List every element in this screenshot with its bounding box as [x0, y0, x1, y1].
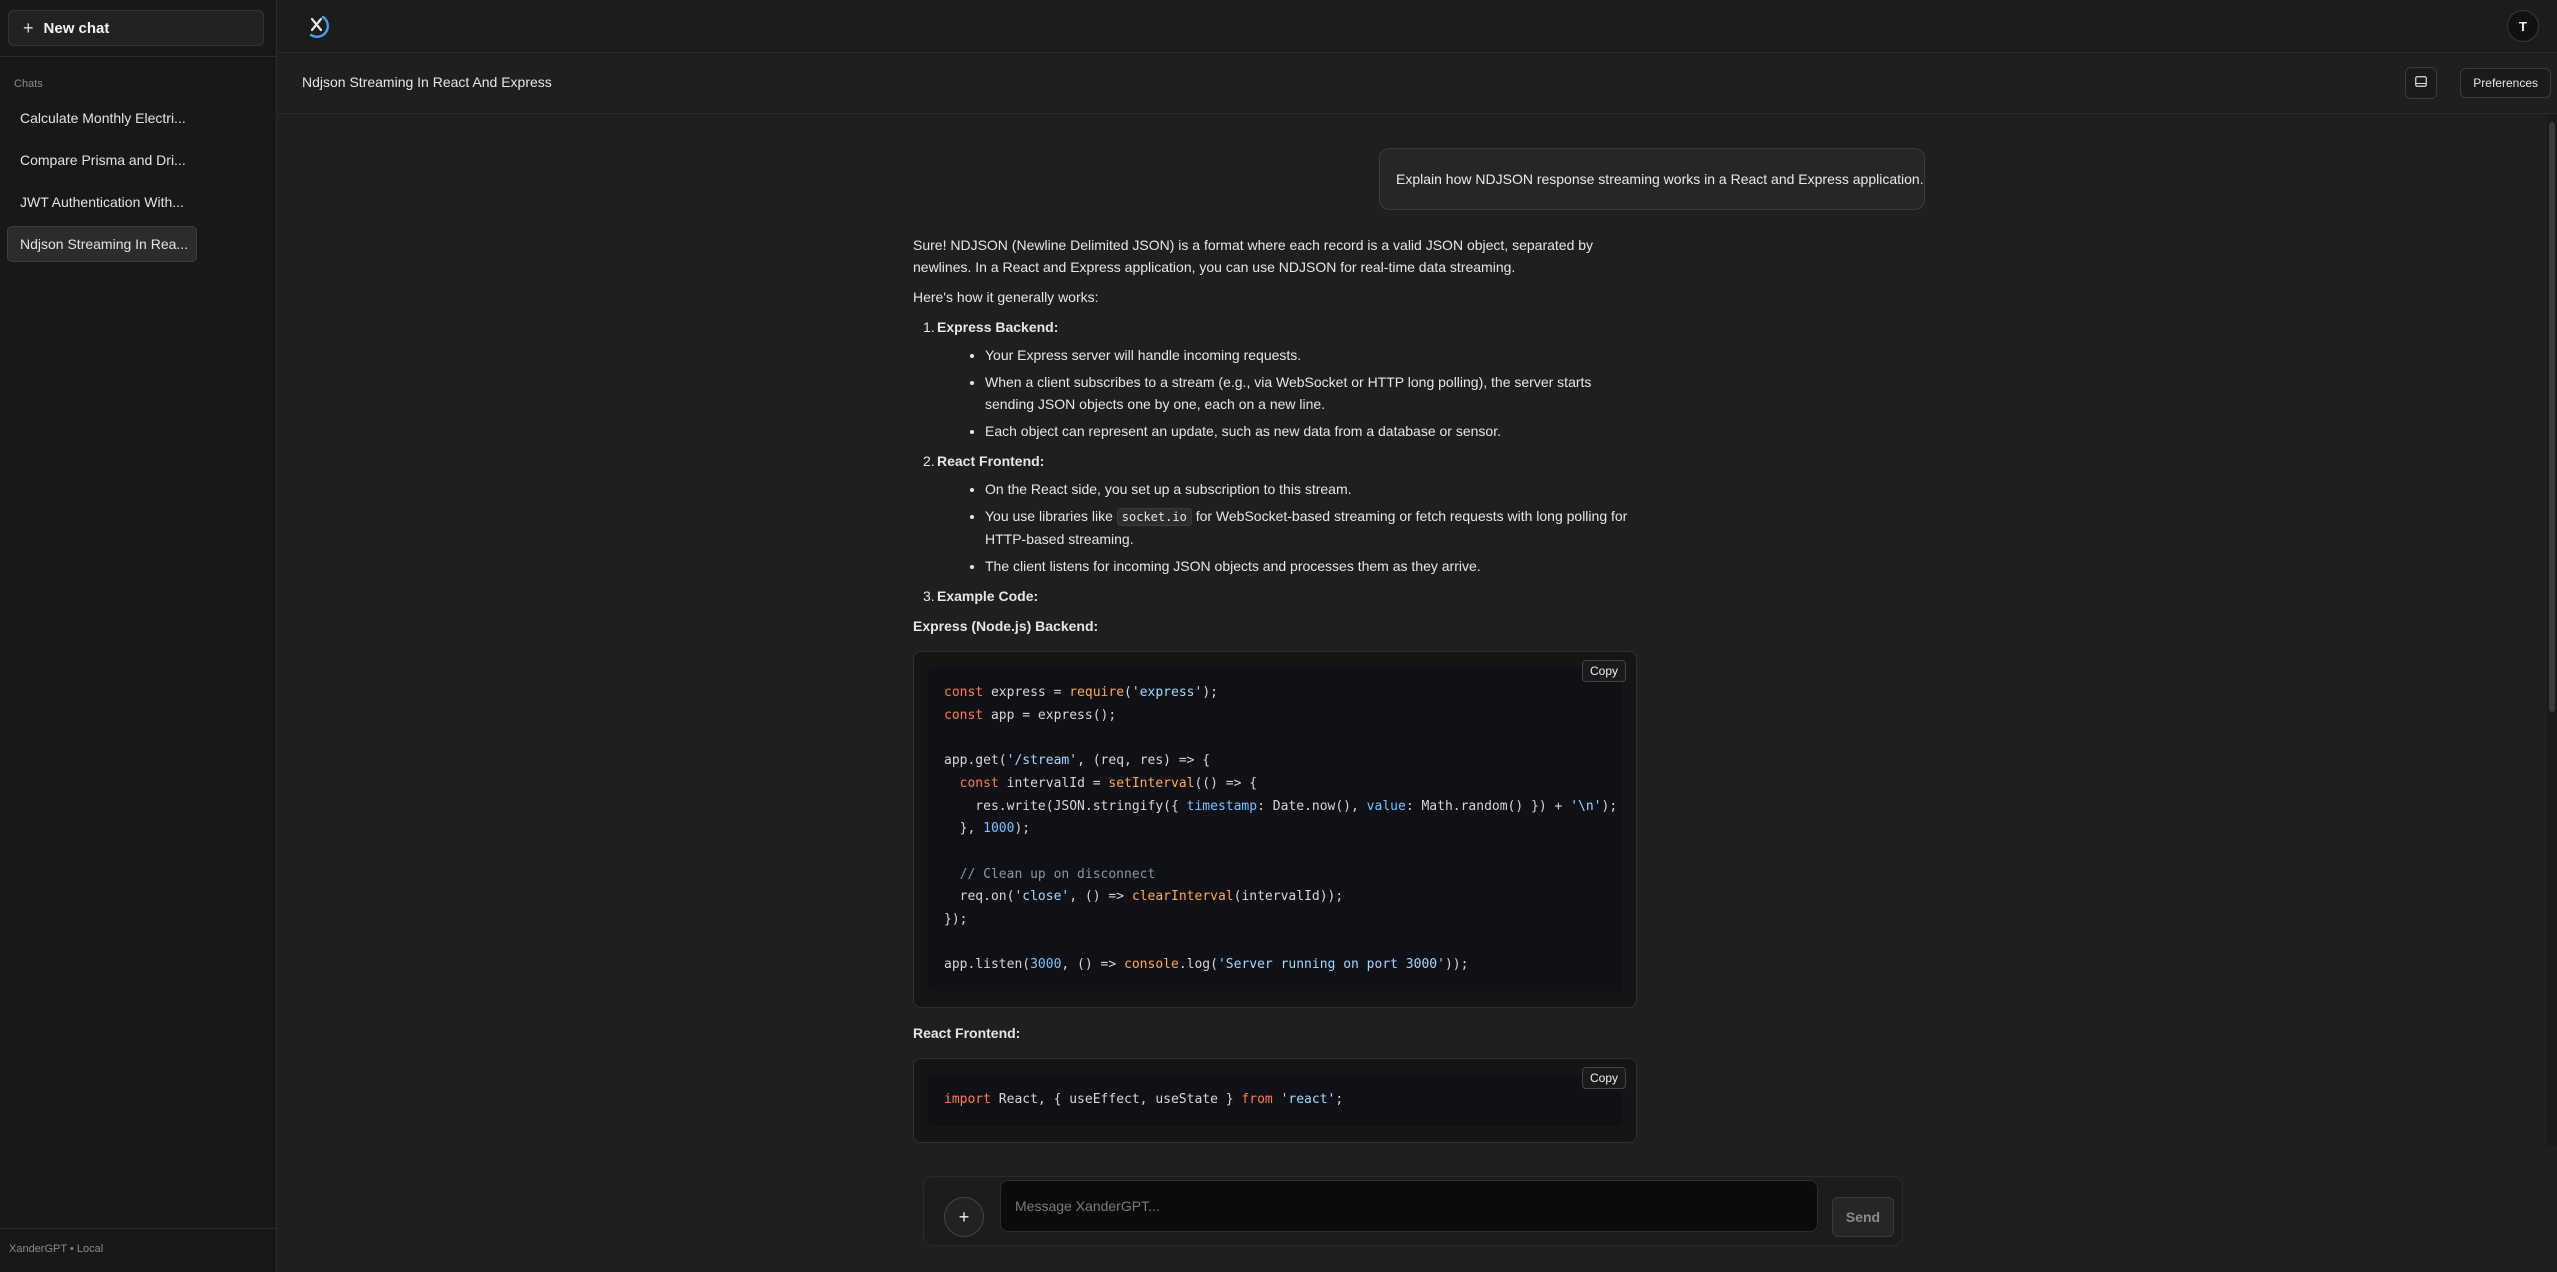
chat-list: Calculate Monthly Electri... Compare Pri…: [7, 100, 269, 268]
bullet: Your Express server will handle incoming…: [985, 344, 1643, 366]
xandergpt-logo-icon[interactable]: [305, 12, 335, 42]
step-number: 2.: [923, 453, 935, 469]
step-title: Express Backend:: [937, 319, 1059, 335]
new-chat-button[interactable]: + New chat: [8, 10, 264, 46]
bullet-text: You use libraries like: [985, 508, 1113, 524]
toggle-panel-button[interactable]: [2405, 67, 2437, 99]
step-number: 3.: [923, 588, 935, 604]
code-content: const express = require('express'); cons…: [928, 668, 1622, 992]
copy-button[interactable]: Copy: [1581, 660, 1626, 682]
copy-button[interactable]: Copy: [1581, 1067, 1626, 1090]
chat-item-ndjson[interactable]: Ndjson Streaming In Rea...: [7, 226, 197, 262]
composer: + Send: [923, 1176, 1903, 1246]
frontend-label: React Frontend:: [913, 1025, 1021, 1042]
new-chat-label: New chat: [43, 19, 110, 37]
step-1: 1. Express Backend: Your Express server …: [913, 316, 1643, 442]
code-block-express: Copy const express = require('express');…: [913, 651, 1637, 1009]
sidebar-footer-divider: [0, 1228, 276, 1229]
step-2-bullets: On the React side, you set up a subscrip…: [937, 478, 1643, 577]
chats-heading: Chats: [14, 78, 43, 90]
chat-item-prisma[interactable]: Compare Prisma and Dri...: [7, 142, 197, 178]
step-3: 3. Example Code:: [913, 585, 1643, 607]
message-input[interactable]: [1000, 1180, 1818, 1232]
conversation-header: Ndjson Streaming In React And Express Pr…: [277, 53, 2557, 114]
step-1-bullets: Your Express server will handle incoming…: [937, 344, 1643, 442]
scrollbar-thumb[interactable]: [2549, 122, 2555, 712]
sidebar-footer: XanderGPT • Local: [9, 1243, 104, 1255]
inline-code: socket.io: [1116, 508, 1192, 526]
bullet: When a client subscribes to a stream (e.…: [985, 371, 1643, 415]
sidebar-panel-icon: [2415, 74, 2427, 92]
send-button[interactable]: Send: [1832, 1197, 1894, 1237]
intro-text: Sure! NDJSON (Newline Delimited JSON) is…: [913, 237, 1594, 275]
step-2: 2. React Frontend: On the React side, yo…: [913, 450, 1643, 577]
how-it-works-text: Here's how it generally works:: [913, 289, 1099, 305]
bullet: The client listens for incoming JSON obj…: [985, 555, 1643, 577]
assistant-message: Sure! NDJSON (Newline Delimited JSON) is…: [913, 234, 1643, 1143]
conversation-scroll-area[interactable]: Explain how NDJSON response streaming wo…: [277, 114, 2547, 1146]
step-title: Example Code:: [937, 588, 1039, 604]
step-title: React Frontend:: [937, 453, 1045, 469]
preferences-button[interactable]: Preferences: [2460, 68, 2551, 98]
code-block-react: Copy import React, { useEffect, useState…: [913, 1058, 1637, 1143]
bullet: On the React side, you set up a subscrip…: [985, 478, 1643, 500]
sidebar-divider: [0, 56, 276, 57]
bullet: Each object can represent an update, suc…: [985, 420, 1643, 442]
step-number: 1.: [923, 319, 935, 335]
bullet: You use libraries like socket.io for Web…: [985, 505, 1643, 550]
attach-button[interactable]: +: [944, 1197, 984, 1237]
plus-icon: +: [23, 18, 34, 38]
top-bar: T: [277, 0, 2557, 53]
chat-item-electricity[interactable]: Calculate Monthly Electri...: [7, 100, 197, 136]
conversation-title: Ndjson Streaming In React And Express: [302, 74, 552, 90]
user-avatar[interactable]: T: [2507, 10, 2539, 42]
sidebar: + New chat Chats Calculate Monthly Elect…: [0, 0, 277, 1272]
backend-label: Express (Node.js) Backend:: [913, 618, 1099, 634]
chat-item-jwt[interactable]: JWT Authentication With...: [7, 184, 197, 220]
code-content: import React, { useEffect, useState } fr…: [928, 1075, 1622, 1126]
user-message: Explain how NDJSON response streaming wo…: [1379, 148, 1925, 210]
